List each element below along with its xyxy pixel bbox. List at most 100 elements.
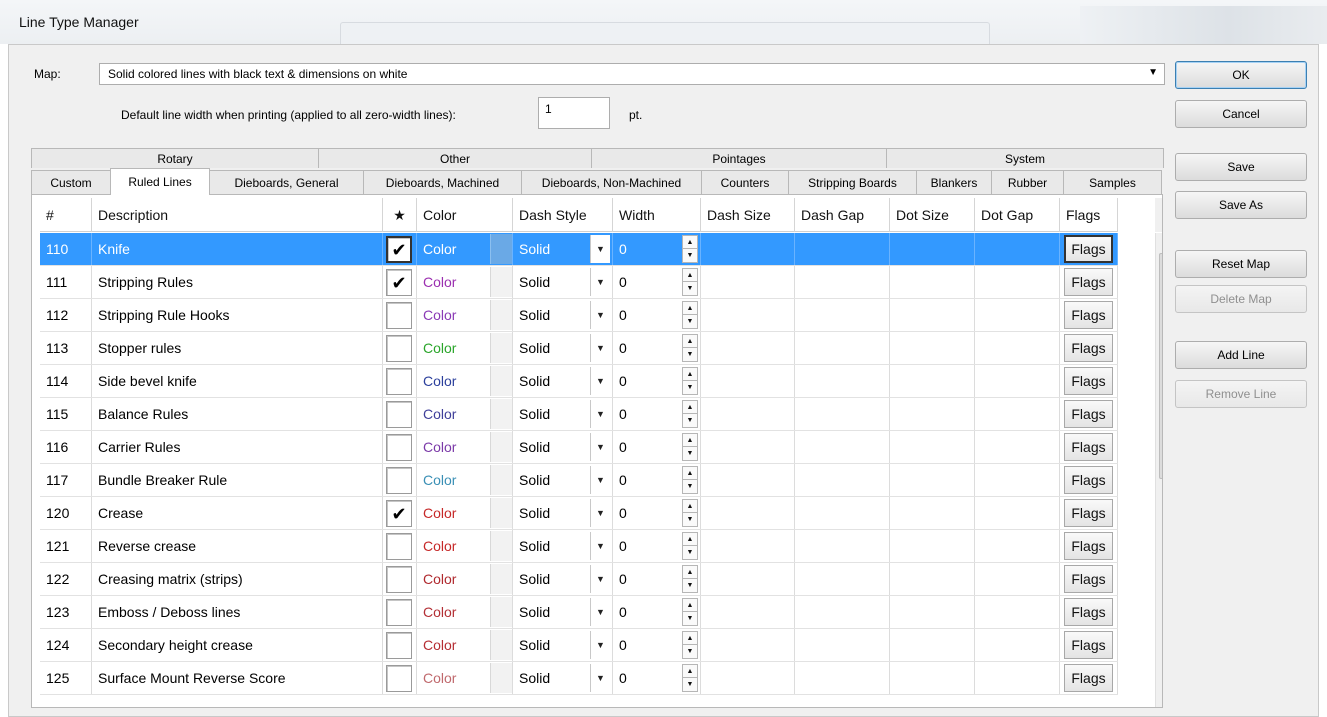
chevron-down-icon[interactable]: ▼ <box>590 268 610 296</box>
table-row[interactable]: 116 Carrier Rules Color Solid ▼ 0 ▲ ▼ Flags <box>40 431 1118 464</box>
dot-size-cell[interactable] <box>890 233 975 265</box>
row-description[interactable]: Balance Rules <box>92 398 383 430</box>
spin-down-icon[interactable]: ▼ <box>683 447 697 460</box>
table-row[interactable]: 123 Emboss / Deboss lines Color Solid ▼ 0 ▲ ▼ Fl… <box>40 596 1118 629</box>
dot-gap-cell[interactable] <box>975 266 1060 298</box>
dot-size-cell[interactable] <box>890 662 975 694</box>
dash-gap-cell[interactable] <box>795 398 890 430</box>
chevron-down-icon[interactable]: ▼ <box>590 301 610 329</box>
width-spinner[interactable]: 0 ▲ ▼ <box>613 398 701 430</box>
row-description[interactable]: Reverse crease <box>92 530 383 562</box>
color-cell[interactable]: Color <box>417 530 513 562</box>
spin-up-icon[interactable]: ▲ <box>683 665 697 678</box>
dash-gap-cell[interactable] <box>795 365 890 397</box>
dot-gap-cell[interactable] <box>975 497 1060 529</box>
table-row[interactable]: 113 Stopper rules Color Solid ▼ 0 ▲ ▼ Flags <box>40 332 1118 365</box>
tab-ruled-lines[interactable]: Ruled Lines <box>110 168 210 195</box>
flags-button[interactable]: Flags <box>1064 598 1113 626</box>
flags-button[interactable]: Flags <box>1064 532 1113 560</box>
ok-button[interactable]: OK <box>1175 61 1307 89</box>
column-header-dot-size[interactable]: Dot Size <box>890 198 975 232</box>
spin-up-icon[interactable]: ▲ <box>683 302 697 315</box>
dash-style-select[interactable]: Solid ▼ <box>513 497 613 529</box>
chevron-down-icon[interactable]: ▼ <box>590 532 610 560</box>
dot-gap-cell[interactable] <box>975 662 1060 694</box>
row-description[interactable]: Stripping Rule Hooks <box>92 299 383 331</box>
chevron-down-icon[interactable]: ▼ <box>590 664 610 692</box>
flags-button[interactable]: Flags <box>1064 268 1113 296</box>
spin-up-icon[interactable]: ▲ <box>683 335 697 348</box>
color-cell[interactable]: Color <box>417 299 513 331</box>
spin-down-icon[interactable]: ▼ <box>683 282 697 295</box>
spin-up-icon[interactable]: ▲ <box>683 434 697 447</box>
star-checkbox[interactable] <box>386 566 412 593</box>
dot-size-cell[interactable] <box>890 596 975 628</box>
dot-size-cell[interactable] <box>890 398 975 430</box>
dash-size-cell[interactable] <box>701 563 795 595</box>
tab-dieboards-machined[interactable]: Dieboards, Machined <box>363 170 522 194</box>
star-checkbox[interactable] <box>386 632 412 659</box>
width-spinner[interactable]: 0 ▲ ▼ <box>613 662 701 694</box>
spin-up-icon[interactable]: ▲ <box>683 566 697 579</box>
color-cell[interactable]: Color <box>417 629 513 661</box>
spin-down-icon[interactable]: ▼ <box>683 348 697 361</box>
dash-size-cell[interactable] <box>701 662 795 694</box>
table-row[interactable]: 124 Secondary height crease Color Solid ▼ 0 ▲ ▼… <box>40 629 1118 662</box>
chevron-down-icon[interactable]: ▼ <box>590 433 610 461</box>
star-checkbox[interactable] <box>386 401 412 428</box>
table-row[interactable]: 114 Side bevel knife Color Solid ▼ 0 ▲ ▼ Flags <box>40 365 1118 398</box>
dot-gap-cell[interactable] <box>975 431 1060 463</box>
dash-size-cell[interactable] <box>701 266 795 298</box>
width-spinner[interactable]: 0 ▲ ▼ <box>613 431 701 463</box>
width-spinner[interactable]: 0 ▲ ▼ <box>613 530 701 562</box>
spinner-buttons[interactable]: ▲ ▼ <box>682 433 698 461</box>
dot-gap-cell[interactable] <box>975 596 1060 628</box>
spin-down-icon[interactable]: ▼ <box>683 315 697 328</box>
row-description[interactable]: Creasing matrix (strips) <box>92 563 383 595</box>
flags-button[interactable]: Flags <box>1064 499 1113 527</box>
star-checkbox[interactable] <box>386 335 412 362</box>
width-spinner[interactable]: 0 ▲ ▼ <box>613 596 701 628</box>
spinner-buttons[interactable]: ▲ ▼ <box>682 367 698 395</box>
dot-size-cell[interactable] <box>890 464 975 496</box>
dot-size-cell[interactable] <box>890 365 975 397</box>
dash-gap-cell[interactable] <box>795 497 890 529</box>
color-picker-button[interactable] <box>490 597 512 627</box>
color-cell[interactable]: Color <box>417 233 513 265</box>
flags-button[interactable]: Flags <box>1064 301 1113 329</box>
row-description[interactable]: Bundle Breaker Rule <box>92 464 383 496</box>
spin-up-icon[interactable]: ▲ <box>683 500 697 513</box>
color-picker-button[interactable] <box>490 432 512 462</box>
table-row[interactable]: 115 Balance Rules Color Solid ▼ 0 ▲ ▼ Flags <box>40 398 1118 431</box>
dot-size-cell[interactable] <box>890 530 975 562</box>
table-row[interactable]: 121 Reverse crease Color Solid ▼ 0 ▲ ▼ Flags <box>40 530 1118 563</box>
dot-size-cell[interactable] <box>890 629 975 661</box>
dash-style-select[interactable]: Solid ▼ <box>513 563 613 595</box>
dot-size-cell[interactable] <box>890 332 975 364</box>
tab-dieboards-non-machined[interactable]: Dieboards, Non-Machined <box>521 170 702 194</box>
spinner-buttons[interactable]: ▲ ▼ <box>682 400 698 428</box>
row-description[interactable]: Surface Mount Reverse Score <box>92 662 383 694</box>
scrollbar-thumb[interactable]: ≡ <box>1159 253 1162 479</box>
dash-gap-cell[interactable] <box>795 299 890 331</box>
color-cell[interactable]: Color <box>417 431 513 463</box>
chevron-down-icon[interactable]: ▼ <box>590 400 610 428</box>
table-row[interactable]: 125 Surface Mount Reverse Score Color Solid… <box>40 662 1118 695</box>
spin-down-icon[interactable]: ▼ <box>683 249 697 262</box>
spinner-buttons[interactable]: ▲ ▼ <box>682 631 698 659</box>
dot-gap-cell[interactable] <box>975 365 1060 397</box>
dash-size-cell[interactable] <box>701 497 795 529</box>
dash-style-select[interactable]: Solid ▼ <box>513 464 613 496</box>
chevron-down-icon[interactable]: ▼ <box>590 499 610 527</box>
column-header-description[interactable]: Description <box>92 198 383 232</box>
width-spinner[interactable]: 0 ▲ ▼ <box>613 563 701 595</box>
spinner-buttons[interactable]: ▲ ▼ <box>682 532 698 560</box>
spin-up-icon[interactable]: ▲ <box>683 269 697 282</box>
flags-button[interactable]: Flags <box>1064 367 1113 395</box>
color-cell[interactable]: Color <box>417 332 513 364</box>
reset-map-button[interactable]: Reset Map <box>1175 250 1307 278</box>
flags-button[interactable]: Flags <box>1064 400 1113 428</box>
spin-up-icon[interactable]: ▲ <box>683 236 697 249</box>
column-header-dash-size[interactable]: Dash Size <box>701 198 795 232</box>
tab-stripping-boards[interactable]: Stripping Boards <box>788 170 917 194</box>
